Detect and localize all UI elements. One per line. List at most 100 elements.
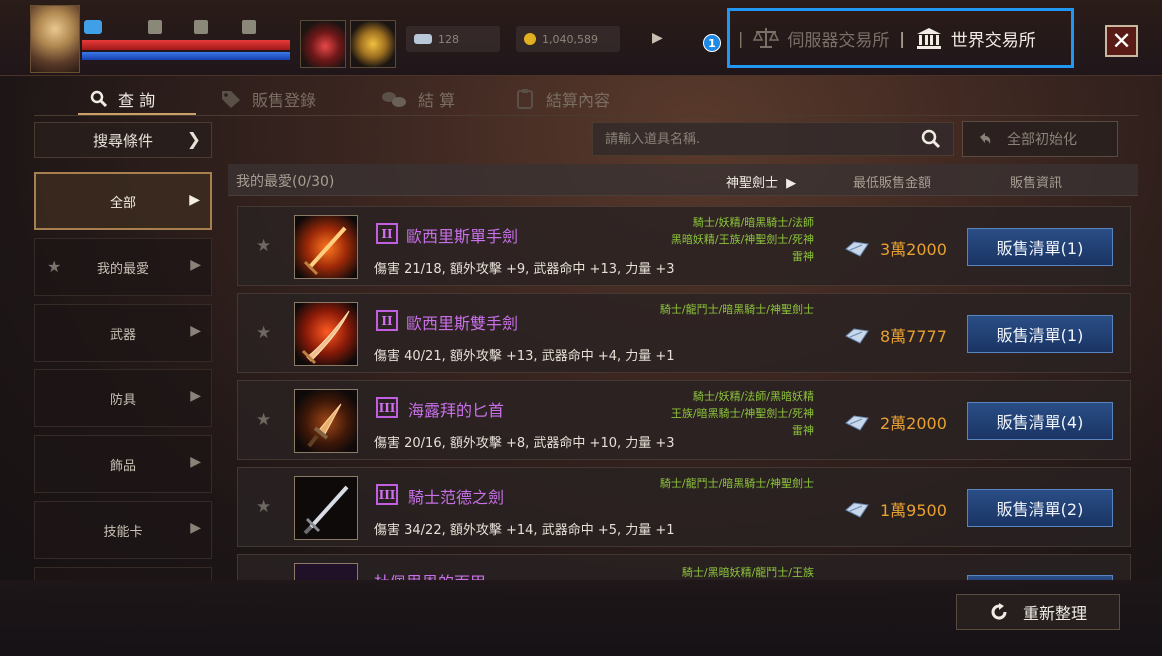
diamond-icon [845, 328, 869, 344]
mp-bar [82, 52, 290, 60]
refresh-label: 重新整理 [1022, 604, 1087, 623]
chevron-right-icon: ▶ [190, 520, 201, 536]
item-search-field[interactable] [592, 122, 954, 156]
list-item[interactable]: ★ II 歐西里斯單手劍 傷害 21/18, 額外攻擊 +9, 武器命中 +13… [237, 206, 1131, 286]
hp-bar [82, 40, 290, 50]
refresh-icon [991, 603, 1007, 620]
reset-all-button[interactable]: 全部初始化 [962, 121, 1118, 157]
favorite-star-icon[interactable]: ★ [256, 410, 271, 430]
chevron-right-icon: ▶ [189, 192, 200, 208]
dagger-icon [295, 390, 357, 452]
tab-settlement[interactable]: 結 算 [380, 84, 455, 114]
tab-sell-register[interactable]: 販售登錄 [220, 84, 316, 114]
potion-slot[interactable] [300, 20, 346, 68]
sale-list-button[interactable]: 販售清單(2) [967, 489, 1113, 527]
sidebar-item-weapons[interactable]: 武器 ▶ [34, 304, 212, 362]
undo-icon [980, 133, 991, 144]
refresh-button[interactable]: 重新整理 [956, 594, 1120, 630]
item-name: 歐西里斯雙手劍 [406, 314, 519, 333]
scroll-slot[interactable] [350, 20, 396, 68]
diamond-icon [845, 502, 869, 518]
favorite-star-icon[interactable]: ★ [256, 497, 271, 517]
character-portrait[interactable] [30, 5, 80, 73]
diamond-currency: 128 [406, 26, 500, 52]
sale-list-button[interactable]: 販售清單(4) [967, 402, 1113, 440]
adena-currency: 1,040,589 [516, 26, 620, 52]
tab-settlement-details[interactable]: 結算內容 [514, 84, 610, 114]
list-item[interactable]: ★ III 海露拜的匕首 傷害 20/16, 額外攻擊 +8, 武器命中 +10… [237, 380, 1131, 460]
clipboard-icon [517, 89, 533, 109]
class-filter[interactable]: 神聖劍士 ▶ [726, 172, 796, 191]
server-exchange-label: 伺服器交易所 [787, 30, 890, 51]
item-stats: 傷害 21/18, 額外攻擊 +9, 武器命中 +13, 力量 +3 [374, 262, 675, 277]
search-input[interactable] [605, 131, 921, 147]
lowest-price: 2萬2000 [880, 414, 947, 433]
chevron-right-icon: ▶ [190, 454, 201, 470]
coins-icon [382, 92, 406, 107]
scale-icon [753, 28, 780, 48]
sidebar-item-all[interactable]: 全部 ▶ [34, 172, 212, 230]
chevron-right-icon: ▶ [190, 388, 201, 404]
class-list: 騎士/黑暗妖精/龍鬥士/王族 [681, 566, 814, 579]
sidebar-item-accessories[interactable]: 飾品 ▶ [34, 435, 212, 493]
favorites-count: 我的最愛(0/30) [236, 174, 335, 190]
favorite-star-icon[interactable]: ★ [256, 323, 271, 343]
sidebar-item-label: 飾品 [109, 458, 136, 474]
world-exchange-label: 世界交易所 [950, 30, 1036, 51]
sale-list-button[interactable]: 販售清單(1) [967, 228, 1113, 266]
list-item[interactable]: 杜佩里恩的面甲 騎士/黑暗妖精/龍鬥士/王族 [237, 554, 1131, 582]
chevron-right-icon: ▶ [190, 257, 201, 273]
class-list: 騎士/龍鬥士/暗黑騎士/神聖劍士 [659, 477, 814, 490]
adena-amount: 1,040,589 [542, 32, 598, 46]
sale-list-button[interactable]: 販售清單(1) [967, 315, 1113, 353]
search-icon[interactable] [921, 129, 941, 149]
grade-badge: III [376, 484, 398, 505]
class-list: 騎士/龍鬥士/暗黑騎士/神聖劍士 [659, 303, 814, 316]
sidebar-item-favorites[interactable]: ★ 我的最愛 ▶ [34, 238, 212, 296]
server-exchange-tab[interactable]: 伺服器交易所 [753, 26, 889, 51]
sale-info-header: 販售資訊 [1010, 176, 1063, 191]
lowest-price: 3萬2000 [880, 240, 947, 259]
star-icon: ★ [47, 257, 62, 276]
stat-icon [242, 20, 256, 34]
world-exchange-tab[interactable]: 世界交易所 [915, 26, 1036, 51]
grade-badge: II [376, 310, 398, 331]
search-condition-button[interactable]: 搜尋條件 ❯ [34, 122, 212, 158]
sidebar-item-label: 我的最愛 [96, 261, 149, 277]
sword-icon [295, 477, 357, 539]
tab-search[interactable]: 查 詢 [90, 84, 155, 114]
search-icon [90, 90, 108, 108]
stat-icon [194, 20, 208, 34]
grade-badge: II [376, 223, 398, 244]
exchange-switch-highlight: | 伺服器交易所 | 世界交易所 [727, 8, 1074, 68]
class-list: 騎士/妖精/暗黑騎士/法師 黑暗妖精/王族/神聖劍士/死神 雷神 [670, 216, 814, 263]
hud-next-arrow-icon[interactable]: ▶ [652, 30, 663, 46]
item-name: 海露拜的匕首 [408, 401, 505, 420]
sidebar-item-label: 技能卡 [103, 524, 143, 540]
tab-divider [34, 115, 1138, 116]
sidebar-item-skill-cards[interactable]: 技能卡 ▶ [34, 501, 212, 559]
item-thumbnail [294, 215, 358, 279]
tab-search-label: 查 詢 [118, 91, 156, 110]
class-list: 騎士/妖精/法師/黑暗妖精 王族/暗黑騎士/神聖劍士/死神 雷神 [670, 390, 814, 437]
annotation-badge: 1 [703, 34, 721, 52]
list-item[interactable]: ★ II 歐西里斯雙手劍 傷害 40/21, 額外攻擊 +13, 武器命中 +4… [237, 293, 1131, 373]
tab-sell-register-label: 販售登錄 [252, 91, 317, 110]
lowest-price-header: 最低販售金額 [853, 176, 932, 191]
reset-all-label: 全部初始化 [1007, 132, 1077, 148]
item-stats: 傷害 20/16, 額外攻擊 +8, 武器命中 +10, 力量 +3 [374, 436, 675, 451]
diamond-icon [414, 34, 432, 44]
two-handed-sword-icon [295, 303, 357, 365]
tab-settlement-details-label: 結算內容 [546, 91, 611, 110]
favorite-star-icon[interactable]: ★ [256, 236, 271, 256]
coin-icon [524, 33, 536, 45]
sword-icon [295, 216, 357, 278]
sidebar-item-armor[interactable]: 防具 ▶ [34, 369, 212, 427]
diamond-icon [845, 415, 869, 431]
list-item[interactable]: ★ III 騎士范德之劍 傷害 34/22, 額外攻擊 +14, 武器命中 +5… [237, 467, 1131, 547]
diamond-icon [845, 241, 869, 257]
close-button[interactable]: ✕ [1105, 25, 1138, 57]
sidebar-item-label: 防具 [109, 392, 136, 408]
item-thumbnail [294, 389, 358, 453]
lowest-price: 1萬9500 [880, 501, 947, 520]
